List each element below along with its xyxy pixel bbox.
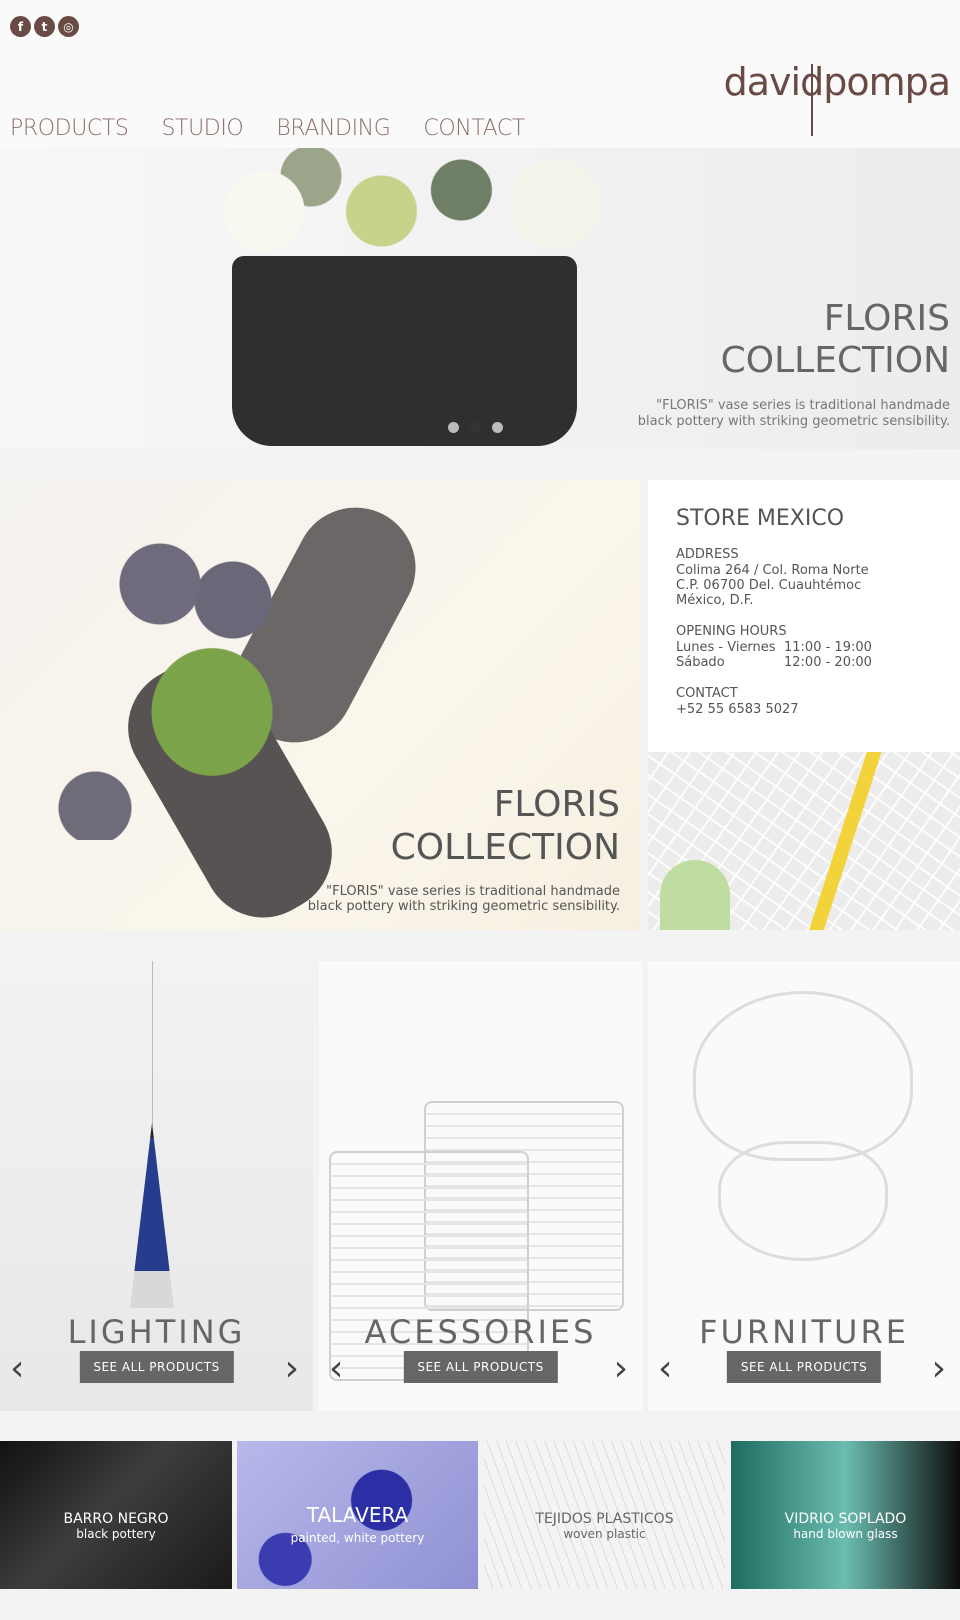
hours-time: 11:00 - 19:00 [784,640,872,655]
map-park [660,860,730,930]
tile-title: BARRO NEGRO [63,1511,169,1527]
logo-bar [810,64,813,136]
next-arrow-icon[interactable]: › [932,1348,946,1389]
tile-subtitle: woven plastic [563,1527,646,1541]
next-arrow-icon[interactable]: › [614,1348,628,1389]
hours-label: OPENING HOURS [676,624,787,639]
chair-seat-image [718,1141,888,1261]
store-map[interactable] [648,752,960,930]
hero-desc-line1: "FLORIS" vase series is traditional hand… [656,398,950,413]
tile-barro-negro[interactable]: BARRO NEGRO black pottery [0,1441,232,1589]
prev-arrow-icon[interactable]: ‹ [10,1348,24,1389]
slider-dot-1[interactable] [448,422,459,433]
tile-title: VIDRIO SOPLADO [784,1511,907,1527]
hero-description: "FLORIS" vase series is traditional hand… [638,398,950,430]
nav-studio[interactable]: STUDIO [161,116,243,141]
pendant-lamp-image [130,1123,174,1308]
see-all-products-button[interactable]: SEE ALL PRODUCTS [79,1351,234,1383]
hours-row: Lunes - Viernes 11:00 - 19:00 [676,640,960,655]
tile-vidrio-soplado[interactable]: VIDRIO SOPLADO hand blown glass [731,1441,960,1589]
address-line: México, D.F. [676,593,754,608]
feature-title-line1: FLORIS [493,784,620,825]
tile-subtitle: hand blown glass [793,1527,898,1541]
tile-title: TALAVERA [306,1503,409,1527]
hero-title-line1: FLORIS [823,298,950,339]
header: f t ◎ davidpompa PRODUCTS STUDIO BRANDIN… [0,0,960,148]
address-line: C.P. 06700 Del. Cuauhtémoc [676,578,862,593]
contact-label: CONTACT [676,686,738,701]
category-furniture: FURNITURE SEE ALL PRODUCTS ‹ › [648,961,960,1411]
hours-days: Sábado [676,655,725,670]
category-title: FURNITURE [699,1313,909,1351]
tile-subtitle: painted, white pottery [290,1531,425,1545]
hero-slider: FLORIS COLLECTION "FLORIS" vase series i… [0,148,960,449]
store-title: STORE MEXICO [676,506,845,531]
prev-arrow-icon[interactable]: ‹ [658,1348,672,1389]
prev-arrow-icon[interactable]: ‹ [329,1348,343,1389]
hours-time: 12:00 - 20:00 [784,655,872,670]
hours-days: Lunes - Viernes [676,640,776,655]
hero-desc-line2: black pottery with striking geometric se… [637,414,950,429]
nav-contact[interactable]: CONTACT [423,116,525,141]
hero-title-line2: COLLECTION [720,340,950,381]
tile-talavera[interactable]: TALAVERA painted, white pottery [237,1441,478,1589]
hero-title: FLORIS COLLECTION [721,298,950,382]
hero-vase-image [232,256,577,446]
feature-title-line2: COLLECTION [390,827,620,868]
hyacinth-image [30,520,290,840]
tile-title: TEJIDOS PLASTICOS [535,1511,674,1527]
facebook-icon[interactable]: f [10,16,31,37]
tile-subtitle: black pottery [76,1527,156,1541]
logo-text: davidpompa [723,60,951,104]
social-links: f t ◎ [10,16,79,37]
category-title: LIGHTING [67,1313,246,1351]
instagram-icon[interactable]: ◎ [58,16,79,37]
slider-dot-3[interactable] [492,422,503,433]
address-line: Colima 264 / Col. Roma Norte [676,563,869,578]
brand-logo[interactable]: davidpompa [723,60,951,136]
store-info: STORE MEXICO ADDRESS Colima 264 / Col. R… [648,480,960,752]
nav-branding[interactable]: BRANDING [276,116,390,141]
phone-number[interactable]: +52 55 6583 5027 [676,702,960,717]
slider-dot-2[interactable] [470,422,481,433]
category-lighting: LIGHTING SEE ALL PRODUCTS ‹ › [0,961,313,1411]
category-title: ACESSORIES [364,1313,597,1351]
next-arrow-icon[interactable]: › [285,1348,299,1389]
twitter-icon[interactable]: t [34,16,55,37]
feature-desc-line2: black pottery with striking geometric se… [307,899,620,914]
feature-description: "FLORIS" vase series is traditional hand… [308,884,620,914]
see-all-products-button[interactable]: SEE ALL PRODUCTS [726,1351,882,1383]
feature-desc-line1: "FLORIS" vase series is traditional hand… [326,884,620,899]
nav-products[interactable]: PRODUCTS [10,116,129,141]
address-label: ADDRESS [676,547,739,562]
tile-tejidos-plasticos[interactable]: TEJIDOS PLASTICOS woven plastic [484,1441,725,1589]
feature-title: FLORIS COLLECTION [391,783,620,869]
main-nav: PRODUCTS STUDIO BRANDING CONTACT [10,116,525,141]
see-all-products-button[interactable]: SEE ALL PRODUCTS [403,1351,558,1383]
category-accessories: ACESSORIES SEE ALL PRODUCTS ‹ › [319,961,642,1411]
hours-row: Sábado 12:00 - 20:00 [676,655,960,670]
feature-banner[interactable]: FLORIS COLLECTION "FLORIS" vase series i… [0,480,640,930]
lamp-cord [152,961,153,1126]
chair-back-image [693,991,913,1161]
slider-dots [448,422,503,433]
